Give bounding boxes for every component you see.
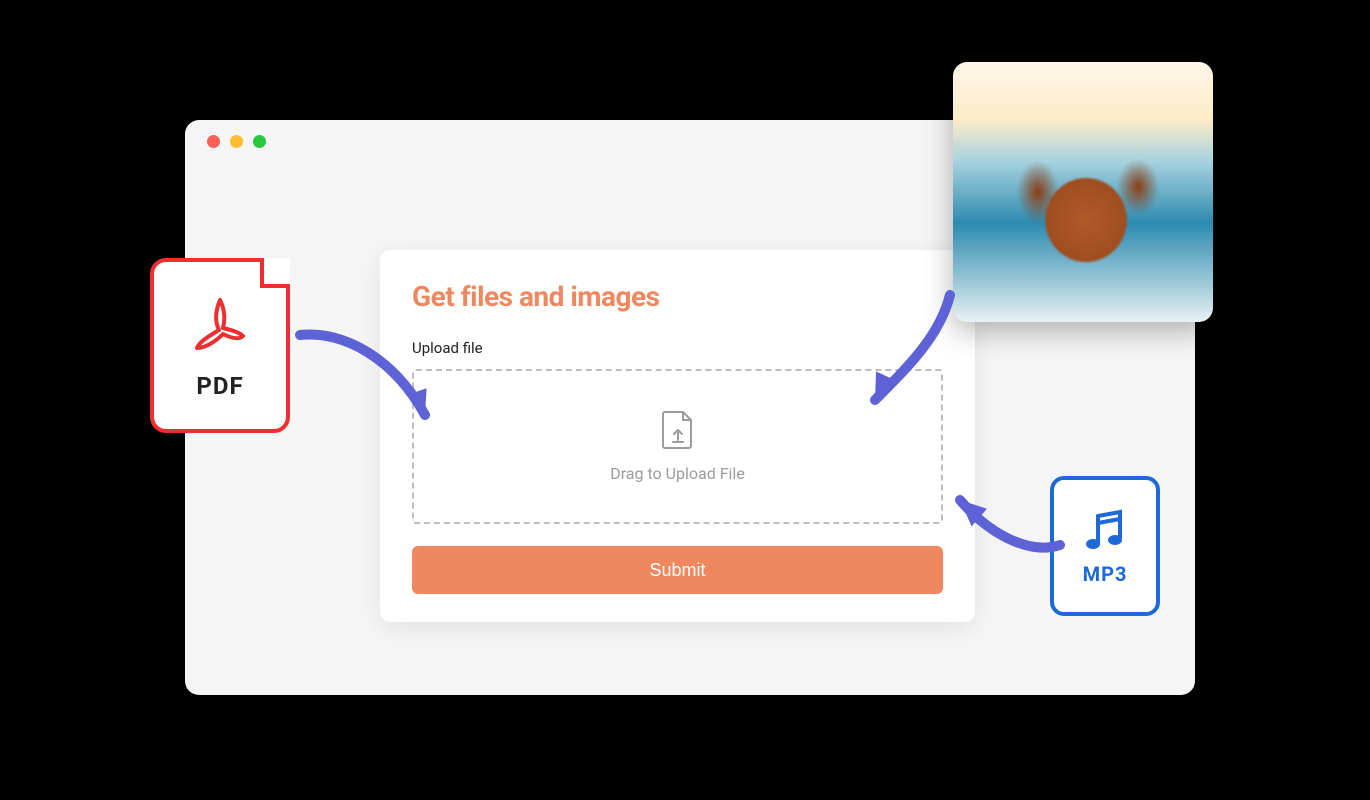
pdf-file-chip[interactable]: PDF [150, 258, 290, 433]
file-dropzone[interactable]: Drag to Upload File [412, 369, 943, 524]
card-title: Get files and images [412, 280, 943, 313]
close-icon[interactable] [207, 135, 220, 148]
minimize-icon[interactable] [230, 135, 243, 148]
music-note-icon [1080, 506, 1130, 556]
dog-photo-icon [998, 132, 1173, 307]
submit-button[interactable]: Submit [412, 546, 943, 594]
upload-file-icon [661, 410, 695, 450]
pdf-label: PDF [196, 372, 243, 400]
upload-field-label: Upload file [412, 339, 943, 357]
dropzone-hint: Drag to Upload File [610, 464, 745, 483]
page-fold-icon [260, 258, 290, 288]
pdf-icon [185, 292, 255, 362]
upload-card: Get files and images Upload file Drag to… [380, 250, 975, 622]
sample-image-thumbnail[interactable] [953, 62, 1213, 322]
maximize-icon[interactable] [253, 135, 266, 148]
mp3-file-chip[interactable]: MP3 [1050, 476, 1160, 616]
mp3-label: MP3 [1083, 562, 1128, 586]
